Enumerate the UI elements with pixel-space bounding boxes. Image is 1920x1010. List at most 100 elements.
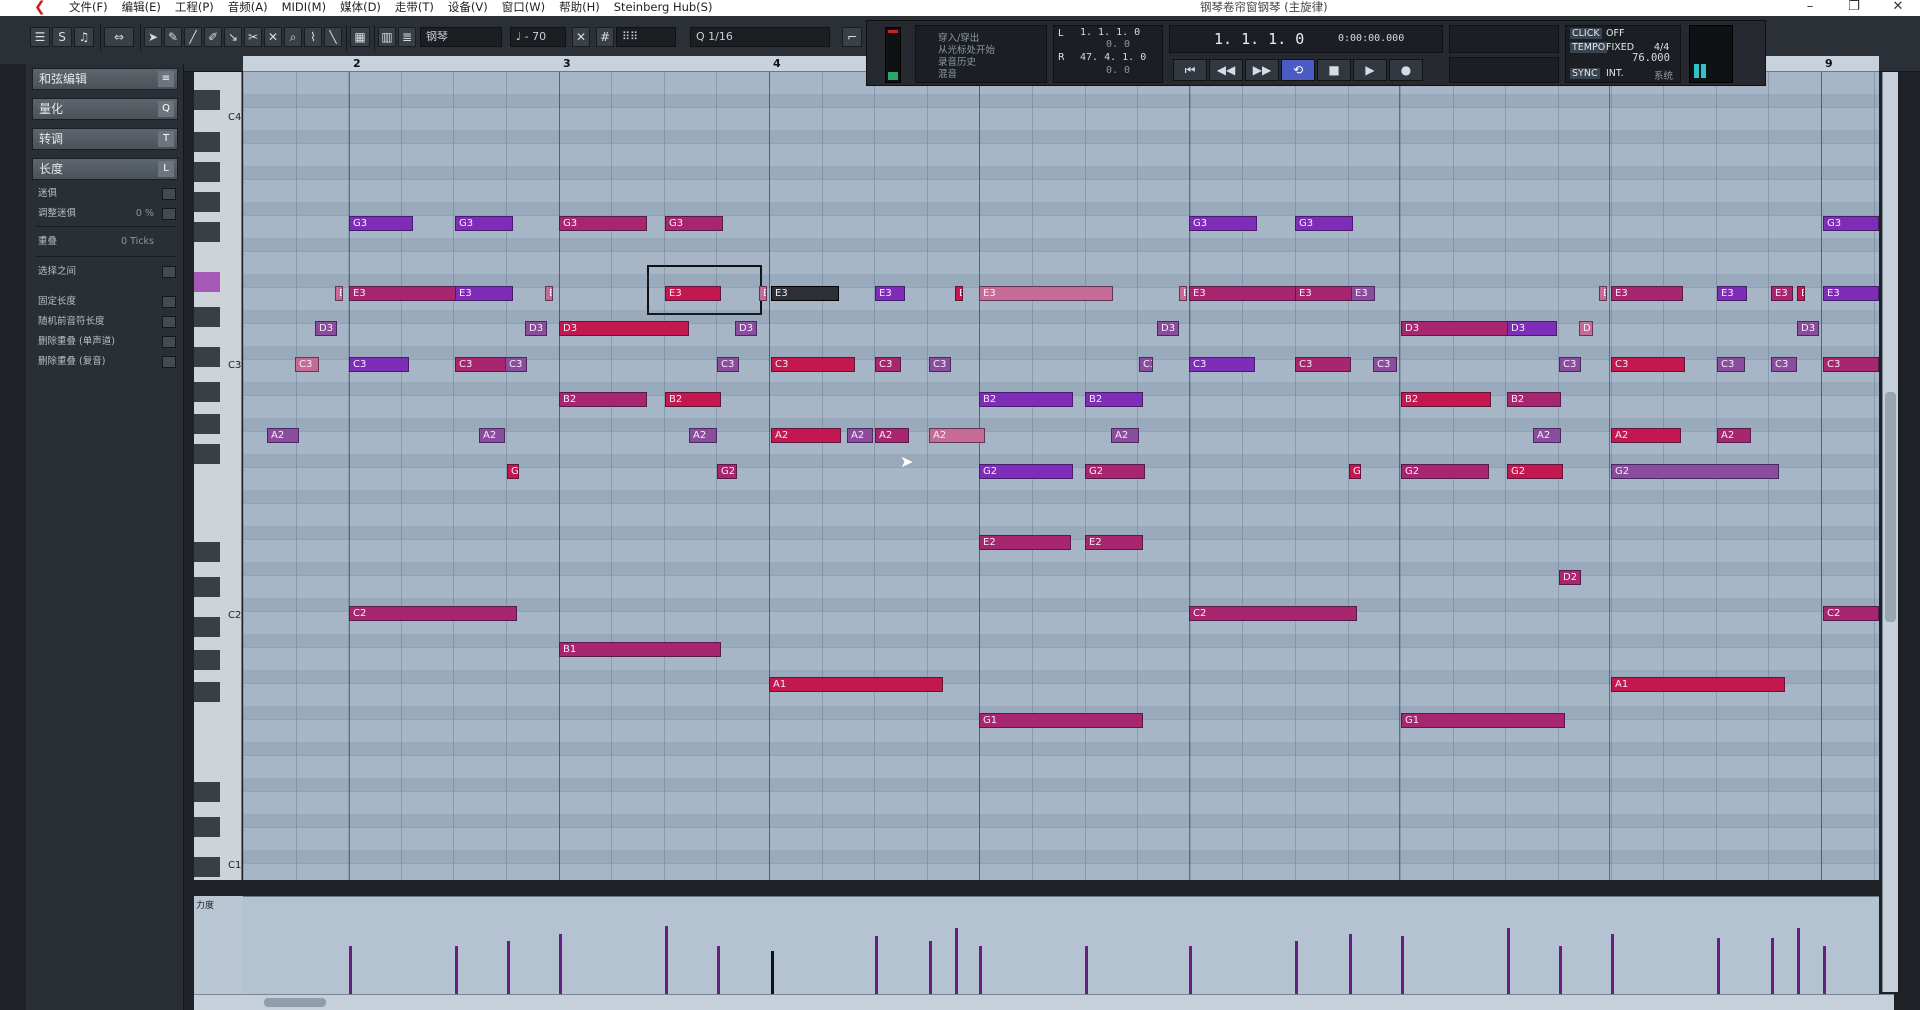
line-tool-icon[interactable]: ╱ [184,27,202,47]
inspector-toggle-icon[interactable]: ☰ [30,27,50,47]
horizontal-scroll-thumb[interactable] [264,998,326,1007]
snap-icon[interactable]: ⌐ [842,27,862,47]
midi-note[interactable]: G2 [1085,464,1145,479]
midi-note[interactable]: G1 [1401,713,1565,728]
position-time[interactable]: 0:00:00.000 [1338,33,1404,44]
midi-note[interactable]: A2 [929,428,985,443]
fast-forward-icon[interactable]: ▶▶ [1245,59,1279,81]
chord-editing-section[interactable]: 和弦编辑 ≡ [32,68,178,90]
midi-note[interactable]: G3 [349,216,413,231]
midi-note[interactable]: E [759,286,767,301]
midi-note[interactable]: E3 [1611,286,1683,301]
delete-overlap-mono-row[interactable]: 删除重叠 (单声道) [34,334,178,350]
random-length-row[interactable]: 随机前音符长度 [34,314,178,330]
midi-note[interactable]: G2 [1507,464,1563,479]
tempo-value[interactable]: 76.000 [1632,52,1670,64]
velocity-bar[interactable] [1349,934,1352,996]
midi-note[interactable]: A1 [769,677,943,692]
midi-note[interactable]: A2 [1533,428,1561,443]
menu-transport[interactable]: 走带(T) [388,0,441,16]
velocity-bar[interactable] [979,946,982,996]
left-locator-value[interactable]: 1. 1. 1. 0 [1080,27,1140,38]
active-key[interactable] [194,272,220,292]
overlap-row[interactable]: 重叠 0 Ticks [34,234,178,250]
midi-note[interactable]: G1 [979,713,1143,728]
midi-note[interactable]: A2 [267,428,299,443]
midi-note[interactable]: B2 [1507,392,1561,407]
mix-mode[interactable]: 混音 [938,66,957,80]
midi-note[interactable]: B2 [559,392,647,407]
play-icon[interactable]: ▶ [1353,59,1387,81]
midi-note[interactable]: C3 [1611,357,1685,372]
midi-note[interactable]: G [1349,464,1361,479]
velocity-bar[interactable] [1797,928,1800,996]
menu-help[interactable]: 帮助(H) [552,0,607,16]
velocity-bar[interactable] [1401,936,1404,996]
vertical-scroll-thumb[interactable] [1885,392,1896,622]
quantize-section[interactable]: 量化 Q [32,98,178,120]
black-key[interactable] [194,542,220,562]
trim-tool-icon[interactable]: ↘ [224,27,242,47]
adjust-legato-row[interactable]: 调整迷俱 0 % [34,206,178,222]
velocity-bar[interactable] [1507,928,1510,996]
midi-note[interactable]: C3 [1823,357,1879,372]
midi-note[interactable]: E3 [771,286,839,301]
midi-note[interactable]: C3 [505,357,527,372]
midi-note[interactable]: E [335,286,343,301]
solo-icon[interactable]: S [52,27,72,47]
between-selected-row[interactable]: 选择之间 [34,264,178,280]
transpose-section[interactable]: 转调 T [32,128,178,150]
midi-note[interactable]: D3 [1507,321,1557,336]
black-key[interactable] [194,782,220,802]
velocity-bar[interactable] [1823,946,1826,996]
velocity-bar[interactable] [1189,946,1192,996]
midi-note[interactable]: E [545,286,553,301]
black-key[interactable] [194,444,220,464]
midi-note[interactable]: G2 [1401,464,1489,479]
black-key[interactable] [194,192,220,212]
legato-row[interactable]: 迷俱 [34,186,178,202]
midi-note[interactable]: C3 [929,357,951,372]
midi-note[interactable]: B1 [559,642,721,657]
midi-note[interactable]: E3 [979,286,1113,301]
midi-note[interactable]: C3 [1559,357,1581,372]
listen-icon[interactable]: ♫ [74,27,94,47]
midi-note[interactable]: E3 [455,286,513,301]
velocity-bar[interactable] [1717,938,1720,996]
note-grid[interactable]: G3G3G3G3G3G3G3EE3E3EE3EE3E3EE3EE3E3E3EE3… [243,72,1879,880]
menu-media[interactable]: 媒体(D) [333,0,388,16]
black-key[interactable] [194,307,220,327]
insert-velocity[interactable]: ♩ - 70 [510,27,566,47]
midi-note[interactable]: E3 [1717,286,1747,301]
velocity-bar[interactable] [929,941,932,996]
tempo-label[interactable]: TEMPO [1570,42,1608,53]
grid-options[interactable]: ⠿⠿ [616,27,676,47]
right-locator-value[interactable]: 47. 4. 1. 0 [1080,52,1146,63]
midi-note[interactable]: D3 [559,321,689,336]
delete-overlap-poly-row[interactable]: 删除重叠 (复音) [34,354,178,370]
midi-note[interactable]: C3 [1717,357,1745,372]
black-key[interactable] [194,222,220,242]
midi-note[interactable]: G3 [665,216,723,231]
menu-devices[interactable]: 设备(V) [441,0,495,16]
midi-note[interactable]: E2 [1085,535,1143,550]
midi-note[interactable]: C3 [1139,357,1153,372]
vertical-scrollbar[interactable] [1882,72,1898,992]
midi-note[interactable]: B2 [1401,392,1491,407]
black-key[interactable] [194,617,220,637]
velocity-bar[interactable] [717,946,720,996]
midi-note[interactable]: C3 [295,357,319,372]
velocity-bar[interactable] [1771,938,1774,996]
velocity-lane[interactable] [243,896,1879,996]
glue-tool-icon[interactable]: ⌇ [304,27,322,47]
midi-note[interactable]: B2 [1085,392,1143,407]
midi-note[interactable]: C2 [349,606,517,621]
black-key[interactable] [194,682,220,702]
midi-note[interactable]: D3 [1401,321,1509,336]
midi-note[interactable]: C3 [771,357,855,372]
autoscroll-icon[interactable]: ⇔ [104,27,134,47]
velocity-bar[interactable] [455,946,458,996]
black-key[interactable] [194,347,220,367]
midi-note[interactable]: G3 [1295,216,1353,231]
record-icon[interactable]: ● [1389,59,1423,81]
